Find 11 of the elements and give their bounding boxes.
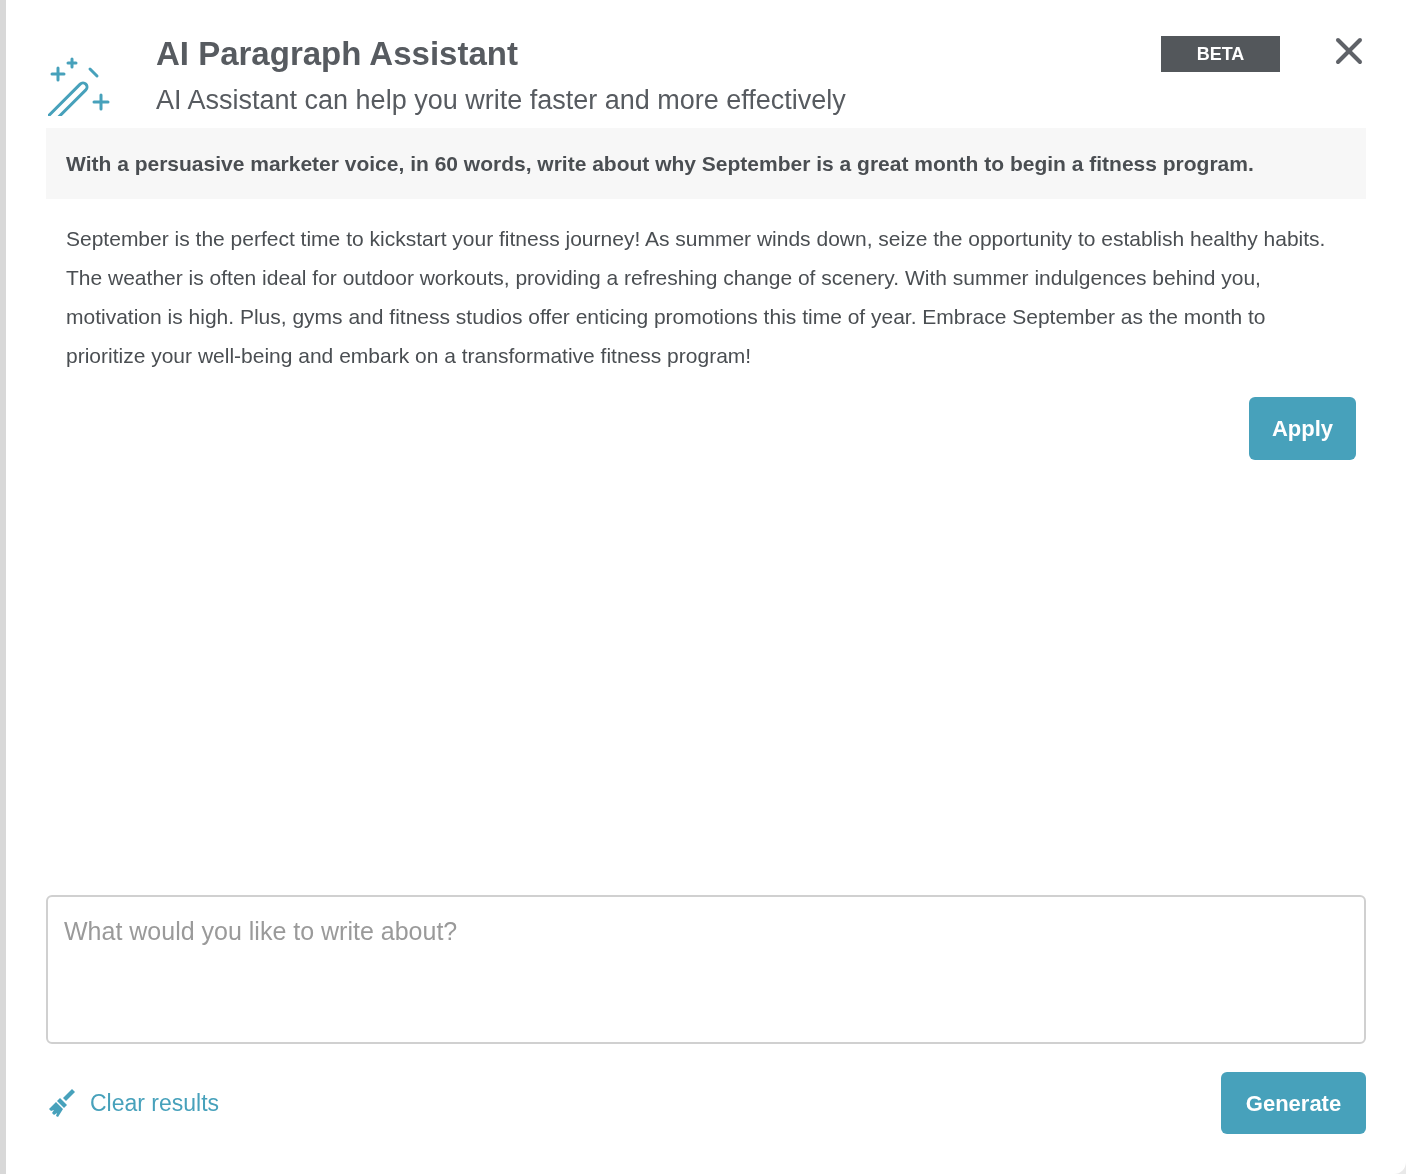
prompt-text: With a persuasive marketer voice, in 60 words, write about why September is a great month to begin a fitness program. [66, 151, 1255, 177]
generate-button[interactable]: Generate [1221, 1072, 1366, 1134]
dialog-title: AI Paragraph Assistant [156, 34, 519, 74]
dialog-subtitle: AI Assistant can help you write faster and more effectively [156, 84, 847, 116]
clear-results-link[interactable]: Clear results [46, 1085, 220, 1121]
beta-badge: BETA [1161, 36, 1280, 72]
apply-button[interactable]: Apply [1249, 397, 1356, 460]
close-icon [1335, 37, 1363, 65]
result-text: September is the perfect time to kickstart your fitness journey! As summer winds down, seize the opportunity to establish healthy habits. The weather is often ideal for outdoor workouts, providing a refreshing change of scenery. With summer indulgences behind you, motivation is high. Plus, gyms and fitness studios offer enticing promotions this time of year. Embrace September as the month to prioritize your well-being and embark on a transformative fitness program! [65, 226, 1327, 369]
magic-wand-icon [48, 56, 112, 116]
prompt-input-field[interactable]: What would you like to write about? [46, 895, 1366, 1044]
